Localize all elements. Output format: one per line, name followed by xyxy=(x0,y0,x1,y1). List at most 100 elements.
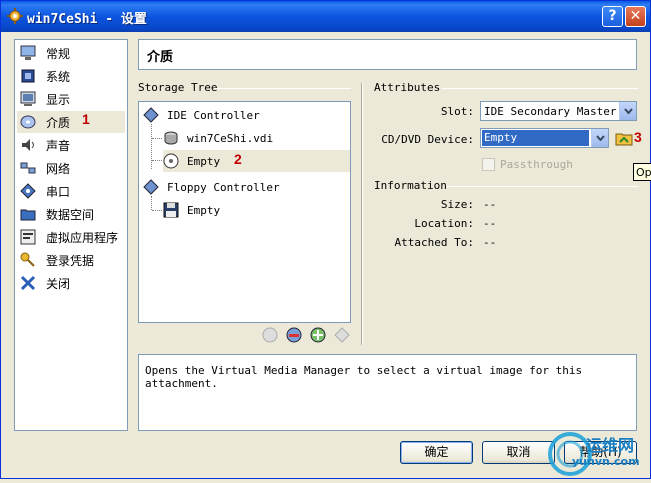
tree-item-label: Empty xyxy=(187,154,221,168)
watermark-logo: 运维网 yunvn.com xyxy=(546,428,651,480)
nav-item-network[interactable]: 网络 xyxy=(17,157,125,179)
annotation-number-1: 1 xyxy=(82,111,90,127)
nav-label: 虚拟应用程序 xyxy=(46,230,119,245)
storage-tree-label: Storage Tree xyxy=(138,81,218,94)
watermark-url: yunvn.com xyxy=(572,455,640,468)
nav-item-virtual-apps[interactable]: 虚拟应用程序 xyxy=(17,226,125,248)
tree-item-label: Empty xyxy=(187,203,221,217)
slot-value: IDE Secondary Master xyxy=(484,105,617,118)
cdrom-icon xyxy=(163,153,179,169)
cd-device-select[interactable]: Empty xyxy=(480,128,609,148)
nav-label: 常规 xyxy=(46,46,71,61)
passthrough-label: Passthrough xyxy=(500,158,573,171)
add-attachment-icon[interactable] xyxy=(309,326,327,344)
monitor-icon xyxy=(20,45,36,61)
nav-label: 系统 xyxy=(46,69,71,84)
page-title: 介质 xyxy=(138,39,637,70)
network-icon xyxy=(20,160,36,176)
nav-item-serial-ports[interactable]: 串口 xyxy=(17,180,125,202)
nav-item-shutdown[interactable]: 关闭 xyxy=(17,272,125,294)
virtual-app-icon xyxy=(20,229,36,245)
nav-label: 显示 xyxy=(46,92,71,107)
nav-label: 介质 xyxy=(46,115,71,130)
controller-icon xyxy=(143,179,159,195)
group-divider xyxy=(442,88,638,89)
attached-to-value: -- xyxy=(483,236,497,249)
tree-item-cdrom-empty[interactable]: Empty xyxy=(163,150,350,172)
cd-device-label: CD/DVD Device: xyxy=(381,133,474,146)
group-divider xyxy=(446,186,638,187)
size-label: Size: xyxy=(440,198,474,211)
information-label: Information xyxy=(374,179,447,192)
nav-item-display[interactable]: 显示 xyxy=(17,88,125,110)
tree-connector xyxy=(152,210,162,211)
tree-item-floppy-empty[interactable]: Empty xyxy=(163,199,348,221)
add-controller-icon[interactable] xyxy=(261,326,279,344)
passthrough-checkbox[interactable] xyxy=(482,158,495,171)
harddisk-icon xyxy=(163,130,179,146)
add-cd-icon[interactable] xyxy=(285,326,303,344)
close-x-icon xyxy=(20,275,36,291)
tree-item-ide-controller[interactable]: IDE Controller xyxy=(143,104,348,126)
tree-item-label: Floppy Controller xyxy=(167,180,280,194)
settings-window: win7CeShi - 设置 ? ✕ 常规 系统 显示 介质 声音 网络 串口 … xyxy=(0,0,651,479)
storage-tree: IDE Controller win7CeShi.vdi Empty Flopp… xyxy=(138,101,351,323)
nav-item-shared-folders[interactable]: 数据空间 xyxy=(17,203,125,225)
settings-nav: 常规 系统 显示 介质 声音 网络 串口 数据空间 虚拟应用程序 登录凭据 关闭 xyxy=(14,39,128,431)
tree-item-label: IDE Controller xyxy=(167,108,260,122)
folder-icon xyxy=(20,206,36,222)
annotation-number-3: 3 xyxy=(634,129,642,145)
nav-label: 登录凭据 xyxy=(46,253,95,268)
attributes-label: Attributes xyxy=(374,81,441,94)
group-divider xyxy=(214,88,351,89)
close-window-button[interactable]: ✕ xyxy=(625,6,646,27)
remove-attachment-icon[interactable] xyxy=(333,326,351,344)
tree-connector xyxy=(151,124,152,169)
nav-label: 数据空间 xyxy=(46,207,95,222)
nav-label: 关闭 xyxy=(46,276,71,291)
description-box: Opens the Virtual Media Manager to selec… xyxy=(138,354,637,431)
nav-item-credentials[interactable]: 登录凭据 xyxy=(17,249,125,271)
serial-port-icon xyxy=(20,183,36,199)
floppy-icon xyxy=(163,202,179,218)
chip-icon xyxy=(20,68,36,84)
nav-item-storage[interactable]: 介质 xyxy=(17,111,125,133)
tree-connector xyxy=(152,160,162,161)
disc-icon xyxy=(20,114,36,130)
tree-item-floppy-controller[interactable]: Floppy Controller xyxy=(143,176,348,198)
chevron-down-icon[interactable] xyxy=(619,102,636,120)
size-value: -- xyxy=(483,198,497,211)
watermark-text: 运维网 xyxy=(586,436,635,455)
vertical-divider xyxy=(361,83,363,345)
gear-icon xyxy=(7,8,23,24)
tooltip: Ope xyxy=(633,163,651,181)
annotation-number-2: 2 xyxy=(234,151,242,167)
open-media-manager-icon[interactable] xyxy=(615,129,633,147)
controller-icon xyxy=(143,107,159,123)
location-label: Location: xyxy=(414,217,474,230)
location-value: -- xyxy=(483,217,497,230)
title-bar[interactable]: win7CeShi - 设置 ? ✕ xyxy=(1,1,650,32)
tree-item-label: win7CeShi.vdi xyxy=(187,131,274,145)
nav-item-audio[interactable]: 声音 xyxy=(17,134,125,156)
help-title-button[interactable]: ? xyxy=(602,6,623,27)
storage-toolbar xyxy=(261,326,351,344)
ok-button[interactable]: 确定 xyxy=(400,441,473,464)
nav-item-system[interactable]: 系统 xyxy=(17,65,125,87)
chevron-down-icon[interactable] xyxy=(591,129,608,147)
tree-item-harddisk[interactable]: win7CeShi.vdi xyxy=(163,127,348,149)
nav-label: 网络 xyxy=(46,161,71,176)
nav-item-general[interactable]: 常规 xyxy=(17,42,125,64)
nav-label: 串口 xyxy=(46,184,71,199)
cd-device-value: Empty xyxy=(482,130,589,146)
cancel-button[interactable]: 取消 xyxy=(482,441,555,464)
nav-label: 声音 xyxy=(46,138,71,153)
slot-label: Slot: xyxy=(440,105,474,118)
tree-connector xyxy=(151,196,152,210)
window-title: win7CeShi - 设置 xyxy=(27,12,147,27)
display-icon xyxy=(20,91,36,107)
speaker-icon xyxy=(20,137,36,153)
attached-to-label: Attached To: xyxy=(394,236,474,249)
tree-connector xyxy=(152,138,162,139)
slot-select[interactable]: IDE Secondary Master xyxy=(480,101,637,121)
